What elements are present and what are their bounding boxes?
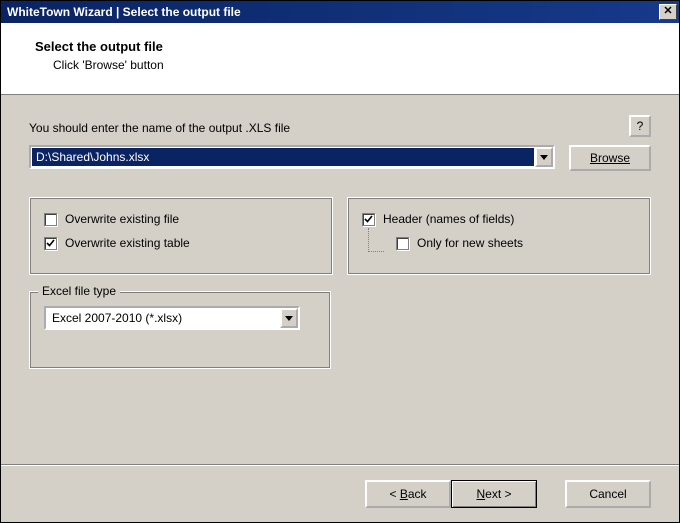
chevron-down-icon — [285, 316, 293, 321]
filetype-dropdown-button[interactable] — [280, 308, 298, 328]
only-new-sheets-row[interactable]: Only for new sheets — [396, 236, 636, 250]
overwrite-table-row[interactable]: Overwrite existing table — [44, 236, 318, 250]
header-group: Header (names of fields) Only for new sh… — [347, 197, 651, 275]
filetype-group: Excel file type Excel 2007-2010 (*.xlsx) — [29, 291, 331, 369]
next-button[interactable]: Next > — [451, 480, 537, 508]
wizard-header: Select the output file Click 'Browse' bu… — [1, 23, 679, 95]
overwrite-table-label: Overwrite existing table — [65, 236, 190, 250]
help-button[interactable]: ? — [629, 115, 651, 137]
browse-button[interactable]: Browse — [569, 145, 651, 171]
filetype-select[interactable]: Excel 2007-2010 (*.xlsx) — [44, 306, 300, 330]
filetype-selected: Excel 2007-2010 (*.xlsx) — [46, 308, 280, 328]
overwrite-group: Overwrite existing file Overwrite existi… — [29, 197, 333, 275]
wizard-footer: < Back Next > Cancel — [1, 465, 679, 522]
output-path-row: D:\Shared\Johns.xlsx Browse — [29, 145, 651, 171]
page-subtitle: Click 'Browse' button — [35, 58, 679, 72]
header-fields-row[interactable]: Header (names of fields) — [362, 212, 636, 226]
titlebar: WhiteTown Wizard | Select the output fil… — [1, 1, 679, 23]
combo-dropdown-button[interactable] — [535, 147, 553, 167]
page-title: Select the output file — [35, 39, 679, 54]
only-new-sheets-checkbox[interactable] — [396, 237, 409, 250]
options-row: Overwrite existing file Overwrite existi… — [29, 197, 651, 275]
tree-connector-icon — [368, 228, 384, 252]
chevron-down-icon — [540, 155, 548, 160]
filetype-legend: Excel file type — [38, 284, 120, 298]
overwrite-file-label: Overwrite existing file — [65, 212, 179, 226]
back-button[interactable]: < Back — [365, 480, 451, 508]
overwrite-file-row[interactable]: Overwrite existing file — [44, 212, 318, 226]
titlebar-text: WhiteTown Wizard | Select the output fil… — [7, 5, 659, 19]
header-fields-checkbox[interactable] — [362, 213, 375, 226]
instruction-text: You should enter the name of the output … — [29, 121, 651, 135]
overwrite-table-checkbox[interactable] — [44, 237, 57, 250]
header-fields-label: Header (names of fields) — [383, 212, 514, 226]
wizard-content: You should enter the name of the output … — [1, 95, 679, 465]
close-button[interactable]: ✕ — [659, 4, 677, 20]
cancel-button[interactable]: Cancel — [565, 480, 651, 508]
close-icon: ✕ — [663, 5, 672, 17]
wizard-window: WhiteTown Wizard | Select the output fil… — [0, 0, 680, 523]
overwrite-file-checkbox[interactable] — [44, 213, 57, 226]
footer-spacer — [537, 480, 565, 508]
only-new-sheets-label: Only for new sheets — [417, 236, 523, 250]
output-path-value[interactable]: D:\Shared\Johns.xlsx — [32, 148, 534, 166]
output-path-combo[interactable]: D:\Shared\Johns.xlsx — [29, 145, 555, 169]
